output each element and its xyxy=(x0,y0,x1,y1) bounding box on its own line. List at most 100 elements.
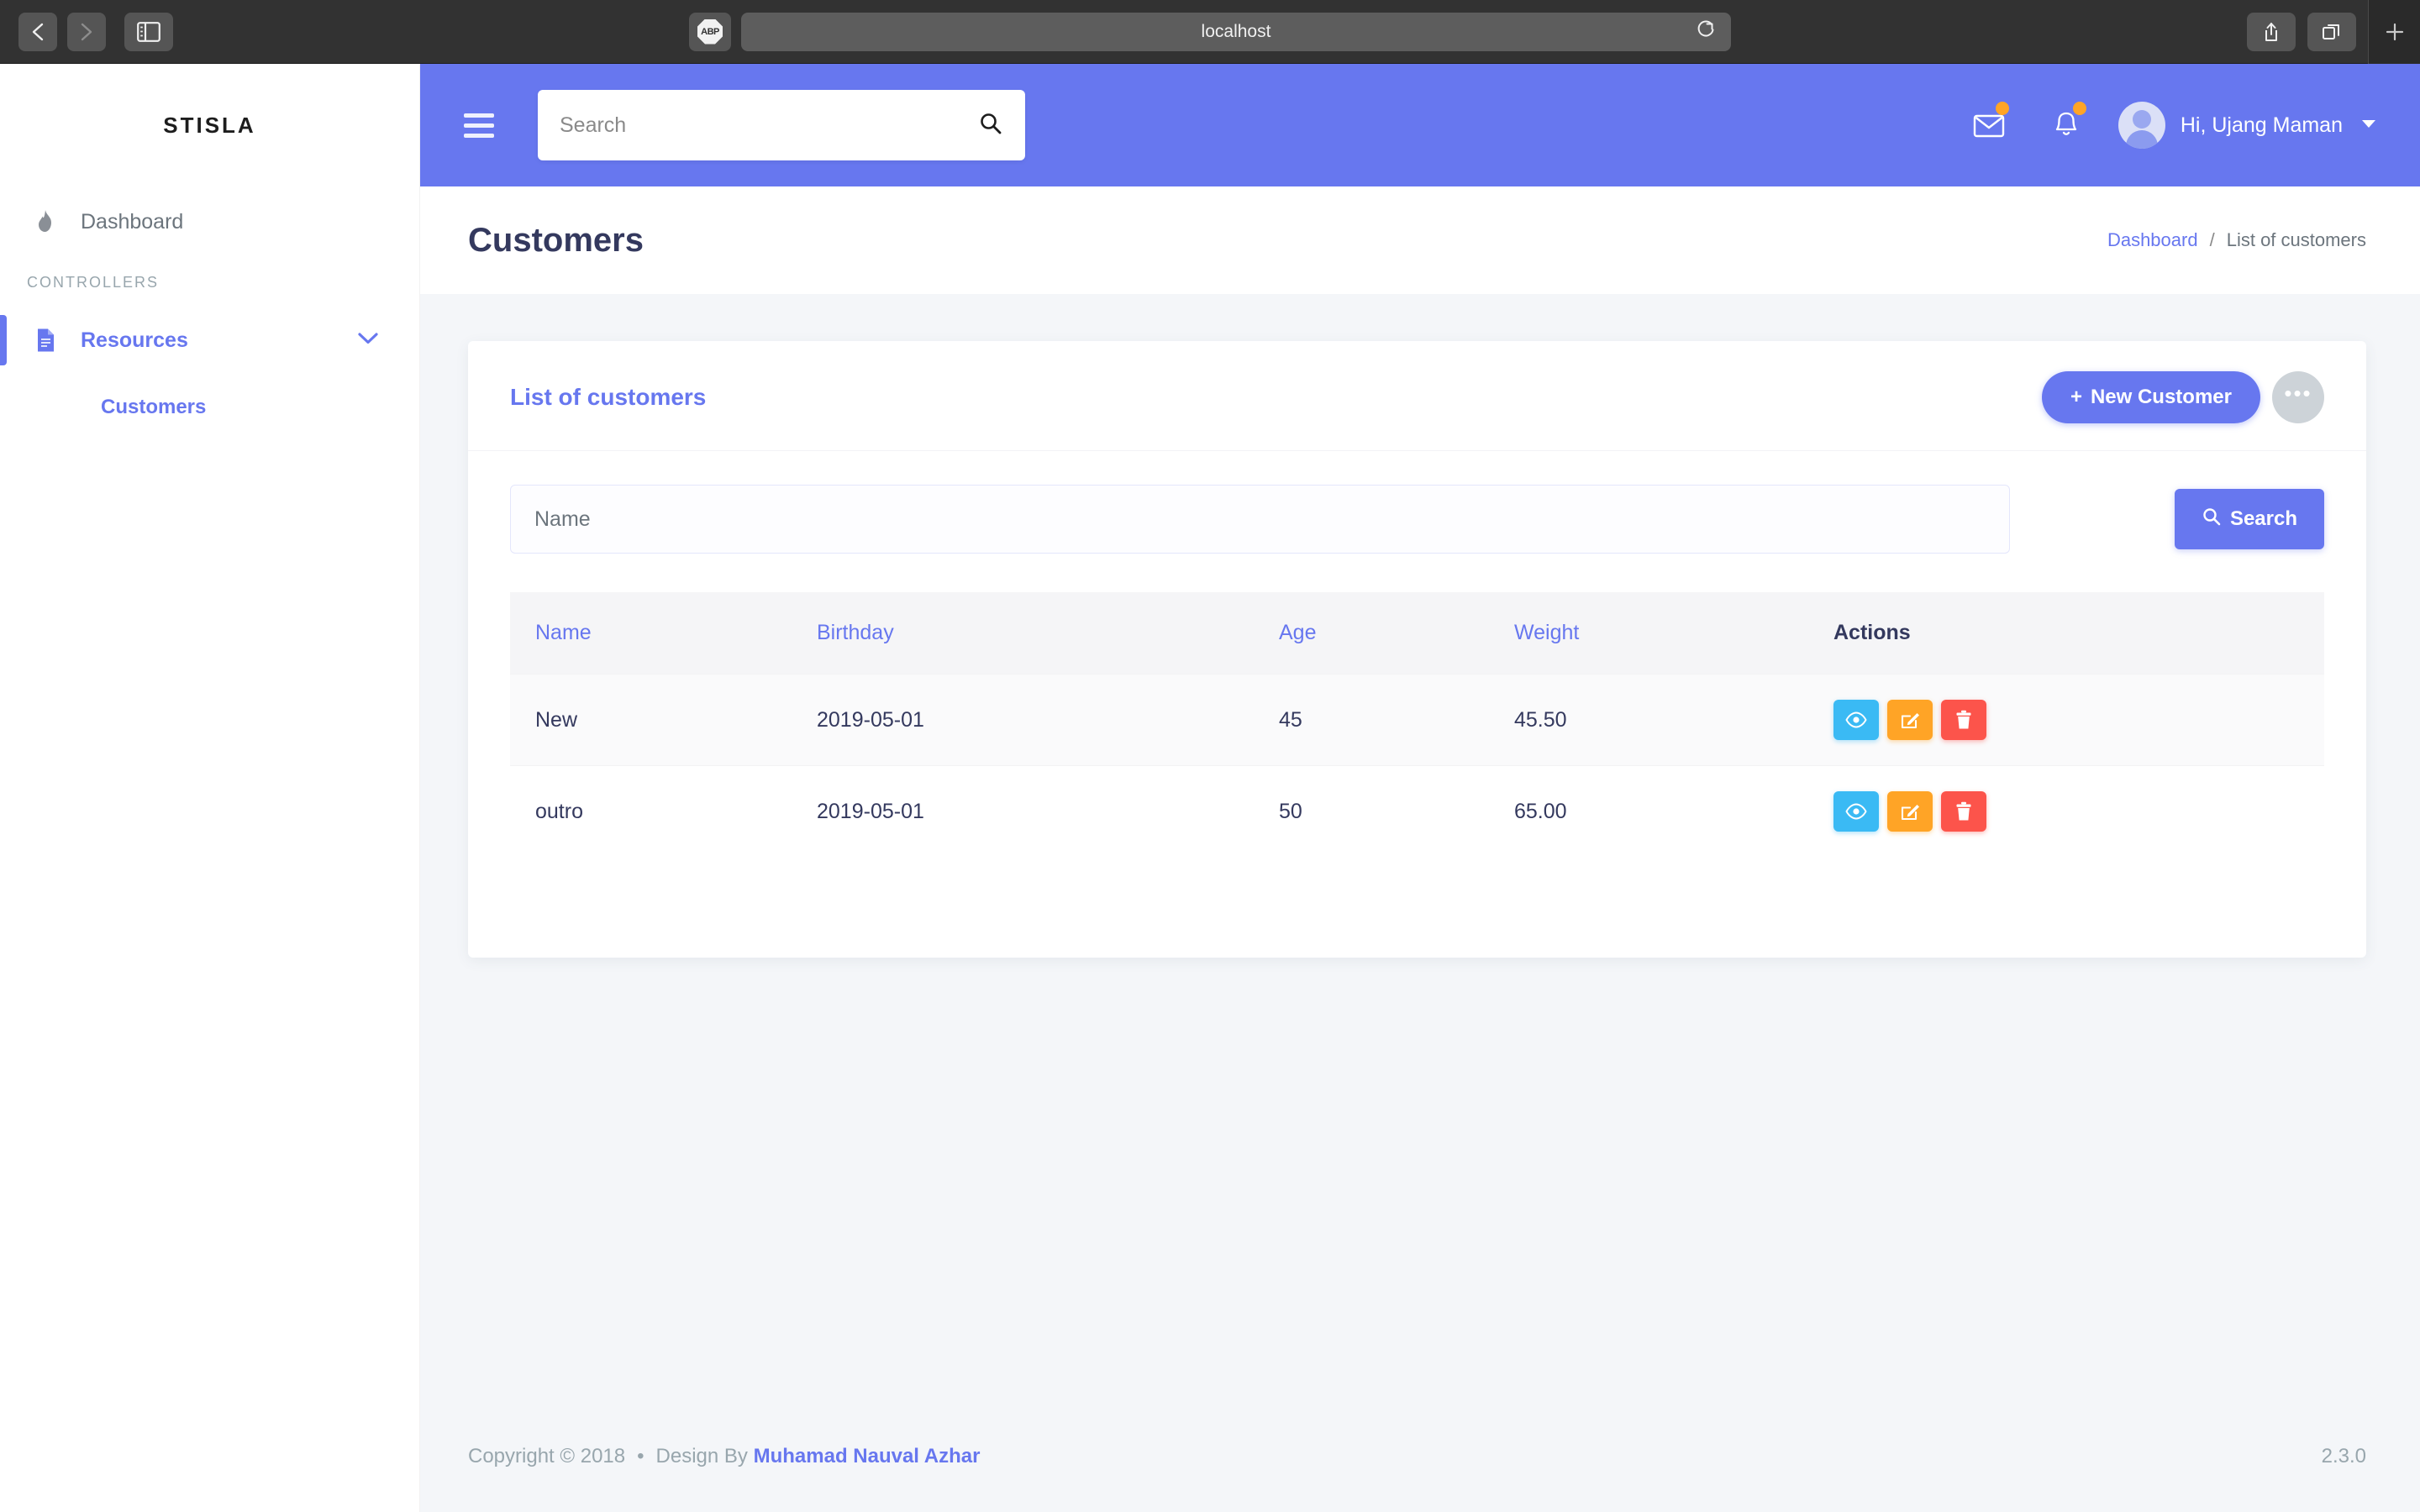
cell-age: 50 xyxy=(1254,766,1489,858)
cell-name: outro xyxy=(510,766,792,858)
reload-icon xyxy=(1696,19,1716,39)
url-input[interactable]: localhost xyxy=(741,13,1731,51)
hamburger-icon[interactable] xyxy=(464,113,494,138)
view-button[interactable] xyxy=(1833,791,1879,832)
reload-button[interactable] xyxy=(1696,19,1716,44)
column-header-age[interactable]: Age xyxy=(1254,592,1489,675)
card-title: List of customers xyxy=(510,384,706,411)
view-button[interactable] xyxy=(1833,700,1879,740)
bell-icon xyxy=(2052,110,2081,140)
tab-overview-button[interactable] xyxy=(2307,13,2356,51)
page-header: Customers Dashboard / List of customers xyxy=(420,186,2420,294)
sidebar-toggle-button[interactable] xyxy=(124,13,173,51)
new-customer-label: New Customer xyxy=(2091,386,2232,409)
new-customer-button[interactable]: + New Customer xyxy=(2042,371,2260,423)
column-header-weight[interactable]: Weight xyxy=(1489,592,1808,675)
footer-design-by: Design By xyxy=(656,1445,748,1468)
messages-button[interactable] xyxy=(1950,87,2028,164)
column-header-actions: Actions xyxy=(1808,592,2324,675)
breadcrumb: Dashboard / List of customers xyxy=(2107,229,2366,251)
name-filter-input[interactable] xyxy=(510,485,2010,554)
cell-actions xyxy=(1808,766,2324,858)
sidebar-item-label: Resources xyxy=(81,328,188,353)
cell-age: 45 xyxy=(1254,675,1489,766)
footer: Copyright © 2018 • Design By Muhamad Nau… xyxy=(420,1401,2420,1512)
notifications-button[interactable] xyxy=(2028,87,2105,164)
plus-icon: + xyxy=(2070,386,2082,409)
back-button[interactable] xyxy=(18,13,57,51)
footer-copyright: Copyright © 2018 xyxy=(468,1445,625,1468)
browser-nav-buttons xyxy=(18,13,106,51)
plus-icon xyxy=(2383,20,2407,44)
chevron-down-icon[interactable] xyxy=(357,332,379,349)
chevron-right-icon xyxy=(78,21,95,43)
table-body: New 2019-05-01 45 45.50 xyxy=(510,675,2324,858)
application-window: STISLA Dashboard CONTROLLERS Re xyxy=(0,64,2420,1512)
table-row: New 2019-05-01 45 45.50 xyxy=(510,675,2324,766)
column-header-birthday[interactable]: Birthday xyxy=(792,592,1254,675)
file-text-icon xyxy=(35,328,81,353)
search-button-label: Search xyxy=(2230,507,2297,531)
breadcrumb-current: List of customers xyxy=(2227,229,2366,251)
table-row: outro 2019-05-01 50 65.00 xyxy=(510,766,2324,858)
avatar xyxy=(2118,102,2165,149)
delete-button[interactable] xyxy=(1941,700,1986,740)
sidebar-toggle-icon xyxy=(137,22,160,42)
breadcrumb-link-dashboard[interactable]: Dashboard xyxy=(2107,229,2198,251)
search-icon[interactable] xyxy=(978,111,1003,140)
user-dropdown[interactable]: Hi, Ujang Maman xyxy=(2118,102,2381,149)
sidebar-item-resources[interactable]: Resources xyxy=(0,305,419,375)
envelope-icon xyxy=(1972,112,2006,139)
search-input[interactable] xyxy=(560,113,978,138)
adblock-extension-button[interactable]: ABP xyxy=(689,13,731,51)
edit-button[interactable] xyxy=(1887,791,1933,832)
trash-icon xyxy=(1954,710,1973,730)
sidebar-item-dashboard[interactable]: Dashboard xyxy=(0,186,419,257)
pencil-square-icon xyxy=(1900,710,1920,730)
search-icon xyxy=(2202,507,2222,533)
forward-button[interactable] xyxy=(67,13,106,51)
user-greeting: Hi, Ujang Maman xyxy=(2181,113,2343,138)
cell-weight: 65.00 xyxy=(1489,766,1808,858)
brand-text: STISLA xyxy=(163,113,255,139)
sidebar-item-customers[interactable]: Customers xyxy=(0,375,419,439)
chevron-left-icon xyxy=(29,21,46,43)
url-bar-area: ABP localhost xyxy=(689,13,1731,51)
footer-dot: • xyxy=(637,1445,644,1468)
card-header-actions: + New Customer ••• xyxy=(2042,371,2324,423)
tab-overview-icon xyxy=(2321,21,2343,43)
browser-chrome: ABP localhost xyxy=(0,0,2420,64)
search-button[interactable]: Search xyxy=(2175,489,2324,549)
share-button[interactable] xyxy=(2247,13,2296,51)
fire-icon xyxy=(35,209,81,234)
notifications-badge-dot xyxy=(2073,102,2086,115)
caret-down-icon[interactable] xyxy=(2361,118,2376,133)
eye-icon xyxy=(1845,711,1867,728)
new-tab-button[interactable] xyxy=(2368,0,2420,64)
table-head: Name Birthday Age Weight Actions xyxy=(510,592,2324,675)
customers-card: List of customers + New Customer ••• xyxy=(468,341,2366,958)
delete-button[interactable] xyxy=(1941,791,1986,832)
navbar-search-form[interactable] xyxy=(538,90,1025,160)
column-header-name[interactable]: Name xyxy=(510,592,792,675)
edit-button[interactable] xyxy=(1887,700,1933,740)
sidebar-brand[interactable]: STISLA xyxy=(0,64,419,186)
cell-birthday: 2019-05-01 xyxy=(792,675,1254,766)
customers-table: Name Birthday Age Weight Actions New 201… xyxy=(510,592,2324,857)
more-options-button[interactable]: ••• xyxy=(2272,371,2324,423)
sidebar-section-header: CONTROLLERS xyxy=(0,257,419,305)
card-header: List of customers + New Customer ••• xyxy=(468,341,2366,451)
eye-icon xyxy=(1845,803,1867,820)
table-header-row: Name Birthday Age Weight Actions xyxy=(510,592,2324,675)
footer-version: 2.3.0 xyxy=(2322,1445,2366,1468)
footer-author-link[interactable]: Muhamad Nauval Azhar xyxy=(754,1445,981,1468)
filter-form: Search xyxy=(510,485,2324,554)
share-icon xyxy=(2261,21,2281,43)
main-area: Hi, Ujang Maman Customers Dashboard / Li… xyxy=(420,64,2420,1512)
cell-birthday: 2019-05-01 xyxy=(792,766,1254,858)
browser-right-controls xyxy=(2247,0,2420,64)
card-body: Search Name Birthday Age Weight Actions xyxy=(468,451,2366,958)
navbar-right: Hi, Ujang Maman xyxy=(1950,87,2381,164)
trash-icon xyxy=(1954,801,1973,822)
cell-name: New xyxy=(510,675,792,766)
